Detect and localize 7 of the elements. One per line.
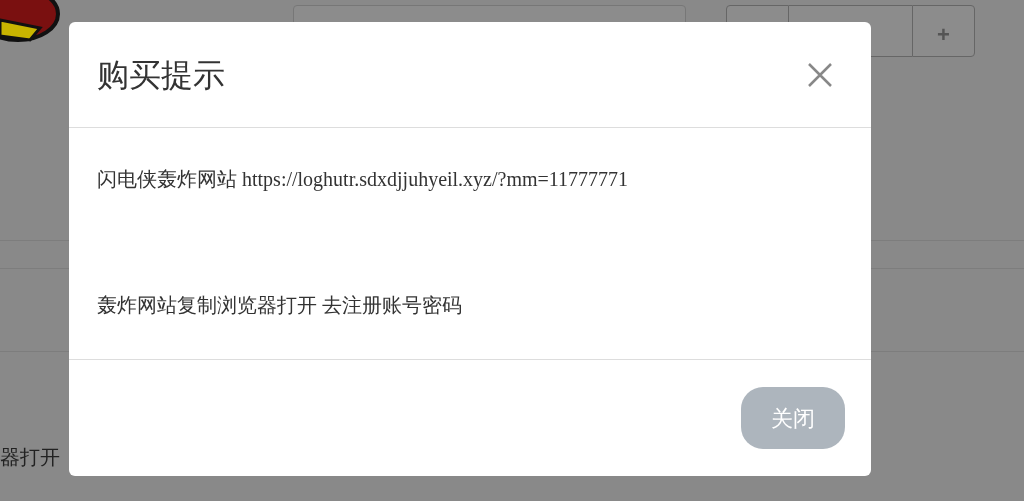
close-icon[interactable] [807,61,833,88]
plus-button[interactable]: + [912,5,975,57]
dialog-title: 购买提示 [97,55,225,95]
dialog-message: 轰炸网站复制浏览器打开 去注册账号密码 [97,293,463,318]
dialog-message: 闪电侠轰炸网站 https://loghutr.sdxdjjuhyeil.xyz/?mm=11777771 [97,167,630,193]
page-text: 器打开 [0,446,60,468]
close-button[interactable]: 关闭 [741,387,845,449]
